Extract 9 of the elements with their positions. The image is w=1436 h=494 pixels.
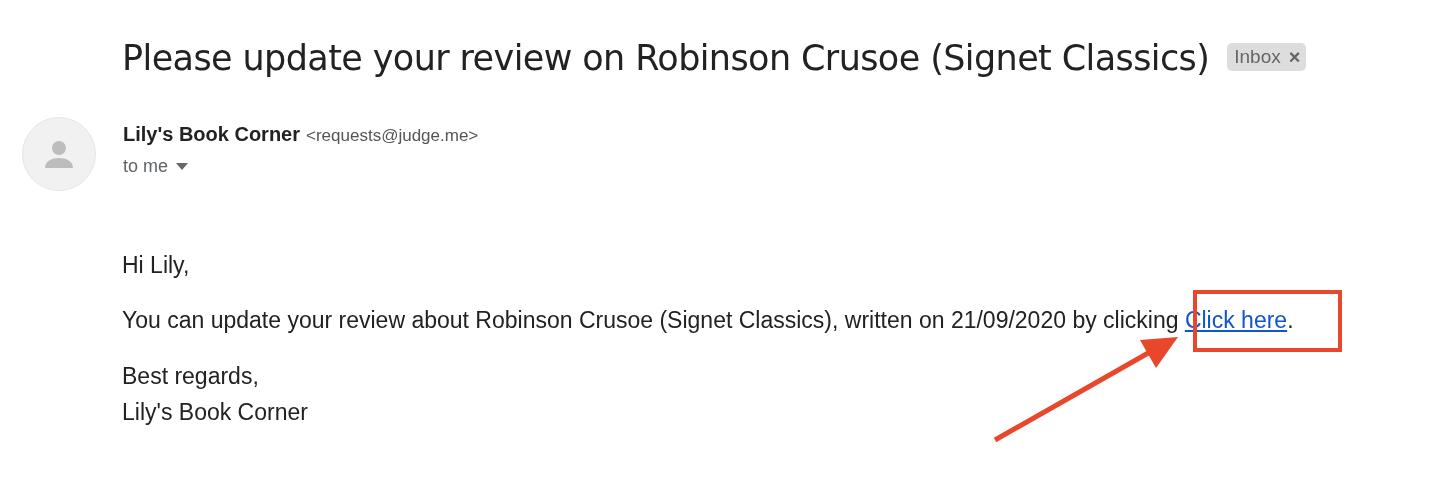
sender-name: Lily's Book Corner [123,123,300,146]
greeting: Hi Lily, [122,253,191,277]
remove-label-button[interactable]: × [1288,47,1301,67]
email-subject: Please update your review on Robinson Crusoe (Signet Classics) [122,38,1210,78]
signature-line: Lily's Book Corner [122,399,308,426]
recipient-dropdown[interactable]: to me [123,156,479,177]
sender-email: <requests@judge.me> [306,126,479,146]
signature-line: Best regards, [122,363,259,390]
label-text: Inbox [1234,46,1281,68]
